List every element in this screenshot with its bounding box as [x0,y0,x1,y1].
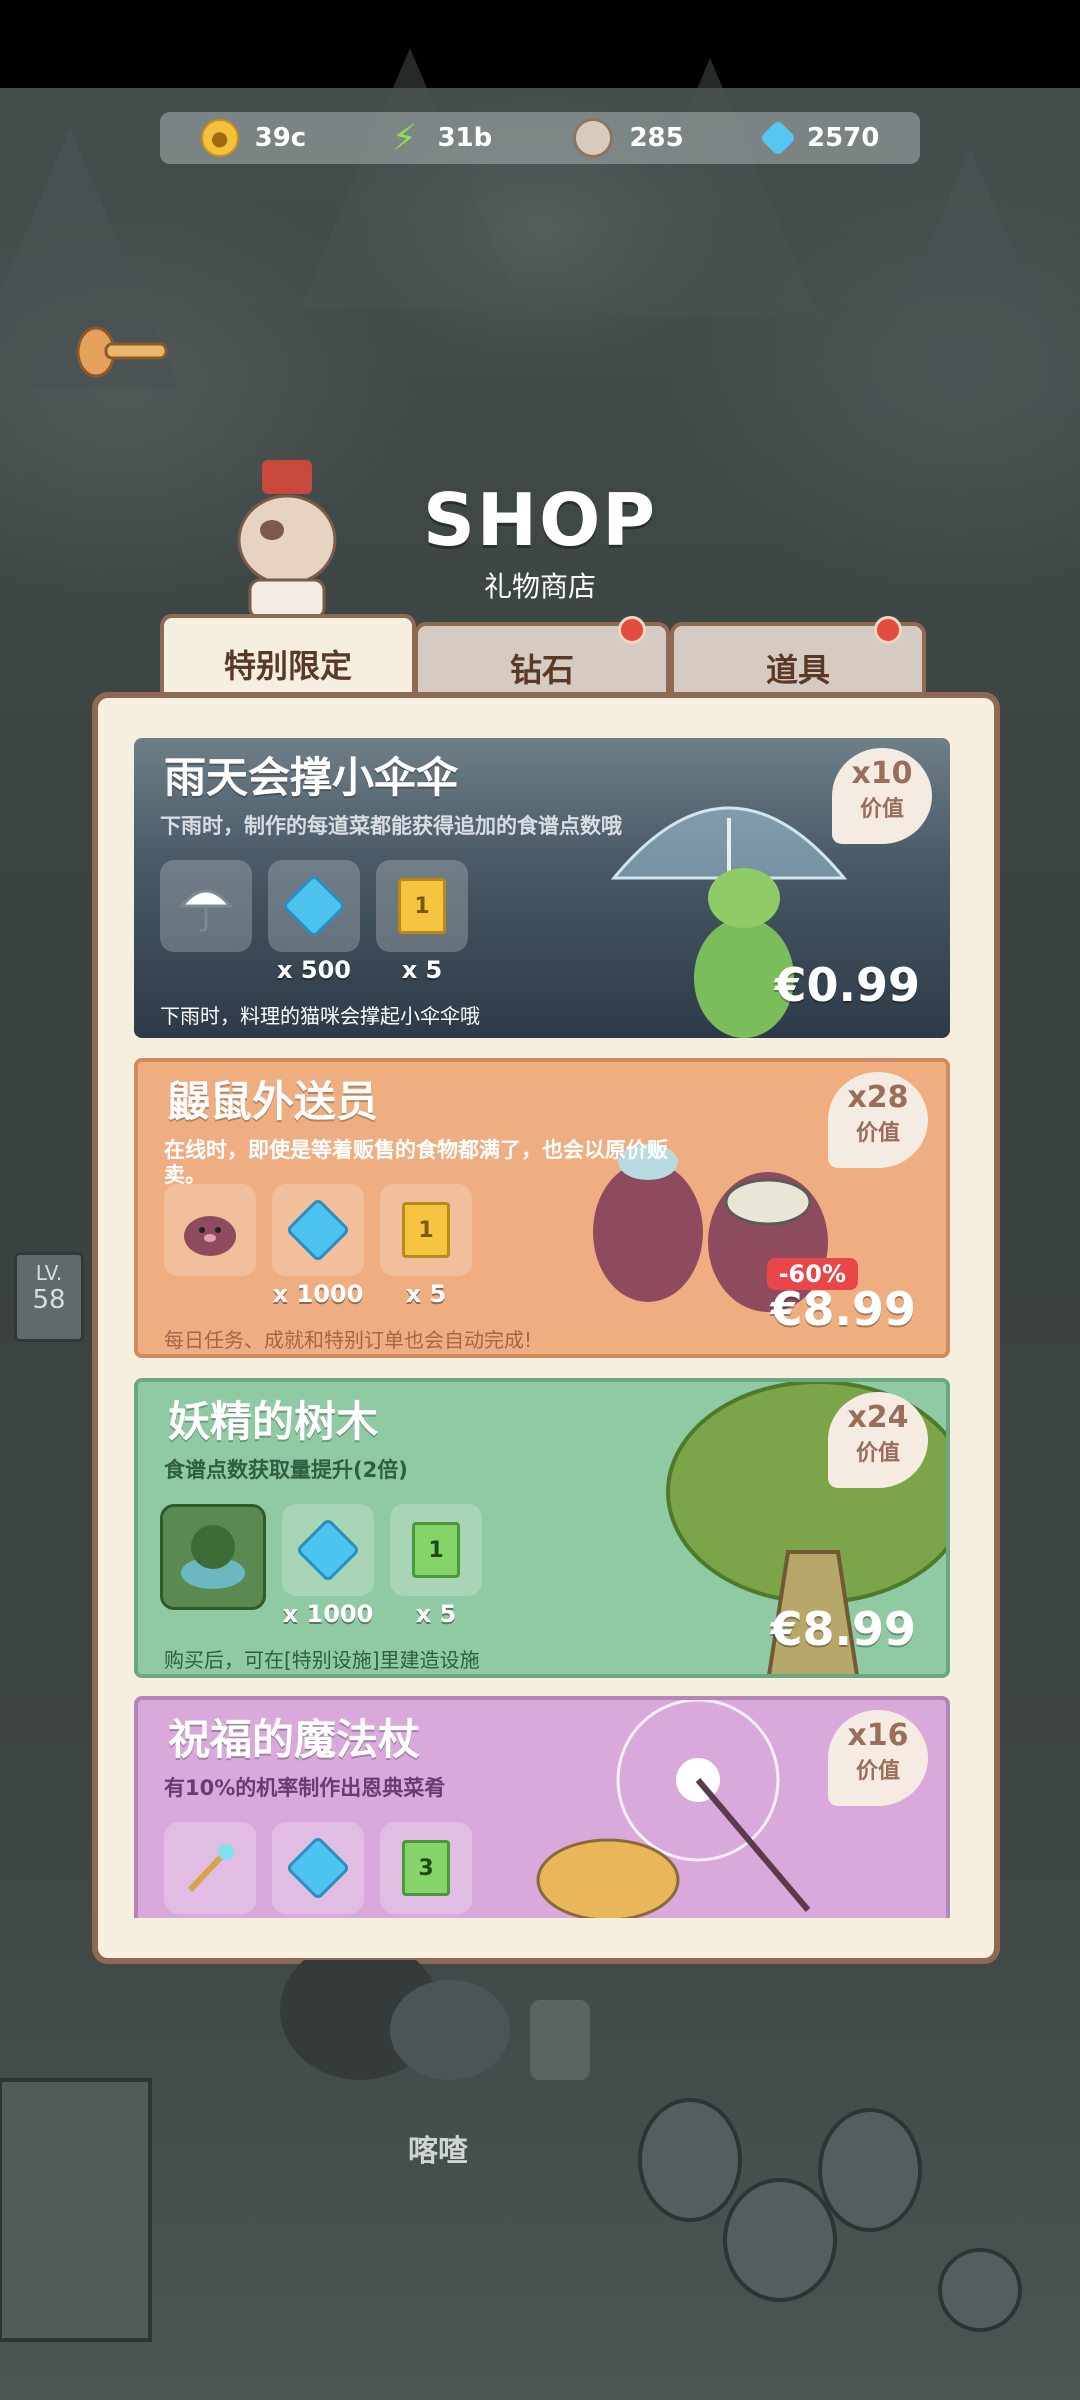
offer-footnote: 购买后，可在[特别设施]里建造设施 [164,1648,480,1672]
offer-card-magic-wand[interactable]: 祝福的魔法杖 有10%的机率制作出恩典菜肴 3 x16 价值 [134,1696,950,1918]
wand-icon [187,1844,234,1893]
coin-icon: ● [200,119,239,157]
notification-dot [874,616,902,644]
offer-footnote: 下雨时，料理的猫咪会撑起小伞伞哦 [160,1004,480,1028]
value-badge: x28 价值 [828,1072,928,1168]
value-badge: x24 价值 [828,1392,928,1488]
gear-counter[interactable]: 285 [573,118,684,158]
reward-umbrella [160,860,252,952]
offer-card-fairy-tree[interactable]: 妖精的树木 食谱点数获取量提升(2倍) x 1000 1 x 5 购买后，可在[… [134,1378,950,1678]
tree-icon [181,1525,245,1589]
reward-gems: x 1000 [282,1504,374,1628]
reward-tickets: 1 x 5 [380,1184,472,1308]
price-label[interactable]: €0.99 [774,958,920,1012]
trumpet-icon[interactable] [76,320,176,380]
ticket-icon: 1 [398,878,446,934]
status-bar [0,0,1080,88]
gem-icon [295,1517,361,1583]
gem-counter[interactable]: 2570 [759,119,879,157]
reward-gems: x 1000 [272,1184,364,1308]
wand-illustration [536,1700,811,1918]
gear-icon [573,118,614,158]
umbrella-icon [178,889,234,932]
offer-title: 妖精的树木 [168,1397,379,1446]
offer-description: 在线时，即使是等着贩售的食物都满了，也会以原价贩卖。 [164,1138,668,1187]
reward-mole [164,1184,256,1276]
coin-counter[interactable]: ● 39c [200,119,306,157]
gem-icon [281,873,347,939]
gem-icon [759,119,797,157]
value-badge: x10 价值 [832,748,932,844]
offer-list[interactable]: 雨天会撑小伞伞 下雨时，制作的每道菜都能获得追加的食谱点数哦 x 500 1 x… [134,738,954,1918]
value-badge: x16 价值 [828,1710,928,1806]
offer-description: 食谱点数获取量提升(2倍) [164,1458,408,1482]
shop-panel: 雨天会撑小伞伞 下雨时，制作的每道菜都能获得追加的食谱点数哦 x 500 1 x… [92,692,1000,1964]
offer-card-mole[interactable]: 鼹鼠外送员 在线时，即使是等着贩售的食物都满了，也会以原价贩卖。 x 1000 … [134,1058,950,1358]
gem-icon [285,1835,351,1901]
level-sign[interactable]: LV. 58 [14,1252,84,1342]
price-label[interactable]: €8.99 [770,1602,916,1656]
offer-title: 祝福的魔法杖 [168,1715,421,1764]
reward-gems: x 500 [268,860,360,984]
offer-footnote: 每日任务、成就和特别订单也会自动完成! [164,1328,533,1352]
reward-tree [160,1504,266,1610]
resource-bar: ● 39c ⚡ 31b 285 2570 [160,112,920,164]
bolt-icon: ⚡ [391,117,418,159]
offer-title: 鼹鼠外送员 [168,1077,379,1126]
page-subtitle: 礼物商店 [483,570,596,603]
bottom-scene [0,1960,1022,2342]
offer-title: 雨天会撑小伞伞 [164,753,459,802]
price-label[interactable]: €8.99 [770,1282,916,1336]
reward-wand [164,1822,256,1914]
offer-description: 下雨时，制作的每道菜都能获得追加的食谱点数哦 [160,814,622,838]
sound-effect-text: 喀喳 [408,2134,468,2169]
mole-icon [184,1216,236,1256]
reward-tickets: 1 x 5 [376,860,468,984]
ticket-green-icon: 3 [402,1840,450,1896]
energy-counter[interactable]: ⚡ 31b [387,117,492,159]
gem-icon [285,1197,351,1263]
reward-tickets: 1 x 5 [390,1504,482,1628]
offer-description: 有10%的机率制作出恩典菜肴 [164,1776,446,1800]
notification-dot [618,616,646,644]
reward-gems [272,1822,364,1914]
ticket-icon: 1 [402,1202,450,1258]
offer-card-umbrella[interactable]: 雨天会撑小伞伞 下雨时，制作的每道菜都能获得追加的食谱点数哦 x 500 1 x… [134,738,950,1038]
reward-tickets: 3 [380,1822,472,1914]
page-title: SHOP [422,478,658,562]
ticket-green-icon: 1 [412,1522,460,1578]
